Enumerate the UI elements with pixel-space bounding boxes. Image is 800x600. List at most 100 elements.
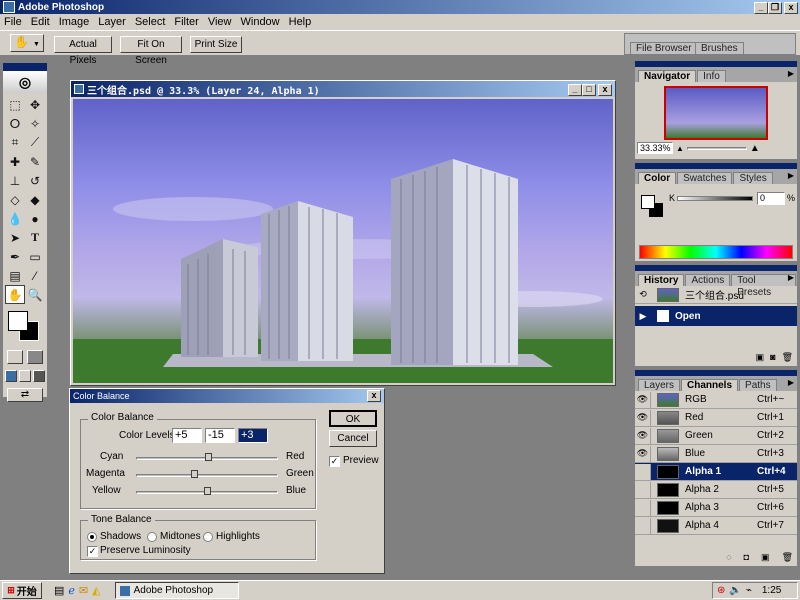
history-brush-source-icon[interactable]: ⟲ bbox=[635, 289, 651, 300]
navigator-zoom-input[interactable]: 33.33% bbox=[637, 142, 673, 154]
adobe-logo[interactable]: ◎ bbox=[3, 71, 47, 93]
panel-menu-arrow-icon[interactable]: ▶ bbox=[788, 69, 794, 78]
pen-tool-icon[interactable]: ✒ bbox=[5, 247, 25, 266]
quickmask-mode-icon[interactable] bbox=[27, 350, 43, 364]
menu-window[interactable]: Window bbox=[241, 16, 280, 28]
screen-mode-full-icon[interactable] bbox=[33, 370, 45, 382]
eye-icon[interactable]: 👁 bbox=[635, 427, 651, 444]
level-cyan-red-input[interactable]: +5 bbox=[172, 428, 202, 443]
doc-close-button[interactable]: x bbox=[598, 84, 612, 96]
foreground-color-swatch[interactable] bbox=[8, 311, 28, 331]
dodge-tool-icon[interactable]: ● bbox=[25, 209, 45, 228]
history-step-row[interactable]: ▶ Open bbox=[635, 306, 797, 326]
brushes-tab[interactable]: Brushes bbox=[695, 42, 744, 54]
type-tool-icon[interactable]: T bbox=[25, 228, 45, 247]
brush-tool-icon[interactable]: ✎ bbox=[25, 152, 45, 171]
eye-icon[interactable]: 👁 bbox=[635, 391, 651, 408]
eye-icon[interactable]: 👁 bbox=[635, 445, 651, 462]
preview-checkbox[interactable]: ✓ bbox=[329, 456, 340, 467]
k-value-input[interactable]: 0 bbox=[757, 192, 785, 205]
eye-slot[interactable] bbox=[635, 463, 651, 480]
tab-styles[interactable]: Styles bbox=[733, 172, 773, 184]
menu-edit[interactable]: Edit bbox=[31, 16, 50, 28]
load-selection-icon[interactable]: ◌ bbox=[726, 552, 731, 563]
move-tool-icon[interactable]: ✥ bbox=[25, 95, 45, 114]
show-desktop-icon[interactable]: ▤ bbox=[54, 584, 64, 597]
history-state-slider-icon[interactable]: ▶ bbox=[635, 311, 651, 322]
security-icon[interactable]: ⊛ bbox=[717, 585, 725, 596]
outlook-icon[interactable]: ✉ bbox=[79, 584, 88, 597]
file-browser-tab[interactable]: File Browser bbox=[630, 42, 698, 54]
fit-on-screen-button[interactable]: Fit On Screen bbox=[120, 36, 182, 66]
document-canvas[interactable] bbox=[73, 99, 613, 383]
zoom-tool-icon[interactable]: 🔍 bbox=[25, 285, 45, 304]
hand-tool-preset[interactable]: ✋ ▼ bbox=[10, 34, 44, 52]
zoom-out-icon[interactable]: ▲ bbox=[676, 144, 684, 153]
marquee-tool-icon[interactable]: ⬚ bbox=[5, 95, 25, 114]
hand-tool-icon[interactable]: ✋ bbox=[5, 285, 25, 304]
yellow-blue-slider-thumb[interactable] bbox=[204, 487, 211, 495]
lasso-tool-icon[interactable]: ⵔ bbox=[5, 114, 25, 133]
menu-help[interactable]: Help bbox=[289, 16, 312, 28]
standard-mode-icon[interactable] bbox=[7, 350, 23, 364]
eye-slot[interactable] bbox=[635, 517, 651, 534]
volume-icon[interactable]: 🔈 bbox=[729, 585, 741, 596]
color-spectrum-bar[interactable] bbox=[639, 245, 793, 259]
new-document-from-state-icon[interactable]: ▣ bbox=[756, 352, 765, 363]
start-button[interactable]: ⊞ 开始 bbox=[2, 582, 42, 599]
tab-actions[interactable]: Actions bbox=[685, 274, 731, 286]
bucket-tool-icon[interactable]: ◆ bbox=[25, 190, 45, 209]
network-icon[interactable]: ⌁ bbox=[746, 585, 752, 596]
channel-row-alpha-2[interactable]: Alpha 2 Ctrl+5 bbox=[635, 481, 797, 499]
notes-tool-icon[interactable]: ▤ bbox=[5, 266, 25, 285]
new-snapshot-icon[interactable]: ◙ bbox=[770, 352, 775, 363]
zoom-in-icon[interactable]: ▲ bbox=[750, 143, 760, 154]
doc-maximize-button[interactable]: □ bbox=[582, 84, 596, 96]
history-snapshot-row[interactable]: ⟲ 三个组合.psd bbox=[635, 286, 797, 304]
preserve-luminosity-checkbox[interactable]: ✓ bbox=[87, 546, 98, 557]
color-swatches[interactable] bbox=[3, 308, 47, 348]
magic-wand-tool-icon[interactable]: ✧ bbox=[25, 114, 45, 133]
navigator-preview[interactable] bbox=[664, 86, 768, 140]
eye-slot[interactable] bbox=[635, 481, 651, 498]
print-size-button[interactable]: Print Size bbox=[190, 36, 242, 53]
eyedropper-tool-icon[interactable]: ⁄ bbox=[25, 266, 45, 285]
tab-tool-presets[interactable]: Tool Presets bbox=[731, 274, 796, 298]
channel-row-rgb[interactable]: 👁 RGB Ctrl+~ bbox=[635, 391, 797, 409]
blur-tool-icon[interactable]: 💧 bbox=[5, 209, 25, 228]
panel-menu-arrow-icon[interactable]: ▶ bbox=[788, 171, 794, 180]
tab-swatches[interactable]: Swatches bbox=[677, 172, 733, 184]
cancel-button[interactable]: Cancel bbox=[329, 430, 377, 447]
jump-to-imageready-icon[interactable]: ⇄ bbox=[7, 388, 43, 402]
magenta-green-slider-thumb[interactable] bbox=[191, 470, 198, 478]
channel-row-green[interactable]: 👁 Green Ctrl+2 bbox=[635, 427, 797, 445]
menu-view[interactable]: View bbox=[208, 16, 232, 28]
eraser-tool-icon[interactable]: ◇ bbox=[5, 190, 25, 209]
menu-select[interactable]: Select bbox=[135, 16, 166, 28]
level-yellow-blue-input[interactable]: +3 bbox=[238, 428, 268, 443]
shape-tool-icon[interactable]: ▭ bbox=[25, 247, 45, 266]
channel-row-alpha-3[interactable]: Alpha 3 Ctrl+6 bbox=[635, 499, 797, 517]
k-slider-gradient[interactable] bbox=[677, 196, 753, 201]
highlights-radio[interactable] bbox=[203, 532, 213, 542]
tab-history[interactable]: History bbox=[638, 274, 685, 286]
tab-paths[interactable]: Paths bbox=[739, 379, 777, 391]
dialog-close-button[interactable]: x bbox=[367, 390, 381, 402]
close-button[interactable]: x bbox=[784, 2, 798, 14]
taskbar-photoshop-button[interactable]: Adobe Photoshop bbox=[114, 582, 239, 599]
minimize-button[interactable]: _ bbox=[754, 2, 768, 14]
channel-row-alpha-1[interactable]: Alpha 1 Ctrl+4 bbox=[635, 463, 797, 481]
magenta-green-slider-track[interactable] bbox=[136, 474, 278, 477]
menu-file[interactable]: File bbox=[4, 16, 22, 28]
new-channel-icon[interactable]: ▣ bbox=[761, 552, 770, 563]
screen-mode-standard-icon[interactable] bbox=[5, 370, 17, 382]
tab-channels[interactable]: Channels bbox=[681, 379, 739, 391]
midtones-radio[interactable] bbox=[147, 532, 157, 542]
tab-navigator[interactable]: Navigator bbox=[638, 70, 697, 82]
tab-info[interactable]: Info bbox=[697, 70, 726, 82]
slice-tool-icon[interactable]: ⟋ bbox=[25, 133, 45, 152]
delete-state-icon[interactable]: 🗑 bbox=[782, 352, 793, 363]
tab-color[interactable]: Color bbox=[638, 172, 677, 184]
ok-button[interactable]: OK bbox=[329, 410, 377, 427]
cyan-red-slider-thumb[interactable] bbox=[205, 453, 212, 461]
